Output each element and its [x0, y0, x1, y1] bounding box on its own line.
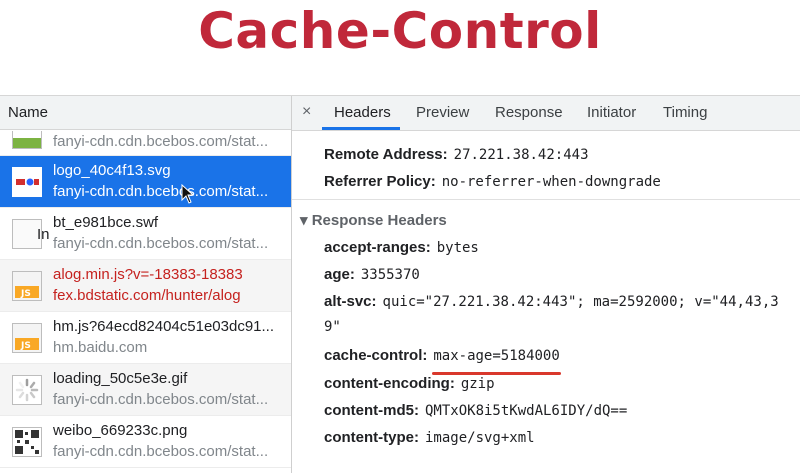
- overlay-text: In: [37, 226, 50, 243]
- request-row-selected[interactable]: logo_40c4f13.svg fanyi-cdn.cdn.bcebos.co…: [0, 156, 291, 208]
- request-host: fanyi-cdn.cdn.bcebos.com/stat...: [53, 391, 269, 408]
- header-row-cache-control: cache-control: max-age=5184000: [324, 347, 560, 364]
- active-tab-indicator: [322, 127, 400, 130]
- request-name: alog.min.js?v=-18383-18383: [53, 266, 243, 283]
- request-row[interactable]: JS hm.js?64ecd82404c51e03dc91... hm.baid…: [0, 312, 291, 364]
- header-row-referrer-policy: Referrer Policy: no-referrer-when-downgra…: [324, 173, 661, 190]
- header-row-content-encoding: content-encoding: gzip: [324, 375, 495, 392]
- slide-title: Cache-Control: [198, 2, 602, 60]
- request-name: logo_40c4f13.svg: [53, 162, 171, 179]
- tab-response[interactable]: Response: [495, 96, 563, 130]
- request-row[interactable]: In bt_e981bce.swf fanyi-cdn.cdn.bcebos.c…: [0, 208, 291, 260]
- request-host: fanyi-cdn.cdn.bcebos.com/stat...: [53, 183, 269, 200]
- section-divider: [292, 199, 800, 200]
- request-row[interactable]: weibo_669233c.png fanyi-cdn.cdn.bcebos.c…: [0, 416, 291, 468]
- request-name: hm.js?64ecd82404c51e03dc91...: [53, 318, 275, 335]
- js-file-icon: JS: [12, 323, 42, 353]
- header-row-accept-ranges: accept-ranges: bytes: [324, 239, 479, 256]
- header-row-alt-svc-continued: 9": [324, 319, 341, 335]
- request-host: fanyi-cdn.cdn.bcebos.com/stat...: [53, 235, 269, 252]
- baidu-logo-thumbnail: [12, 167, 42, 197]
- request-name: bt_e981bce.swf: [53, 214, 159, 231]
- tab-headers[interactable]: Headers: [334, 96, 391, 130]
- loading-spinner-icon: [12, 375, 42, 405]
- name-column-header[interactable]: Name: [0, 96, 291, 130]
- mouse-pointer-icon: [181, 183, 195, 209]
- header-row-remote-address: Remote Address: 27.221.38.42:443: [324, 146, 589, 163]
- request-name: loading_50c5e3e.gif: [53, 370, 188, 387]
- devtools-network-panel: Name fanyi-cdn.cdn.bcebos.com/stat... lo…: [0, 95, 800, 473]
- request-host: fanyi-cdn.cdn.bcebos.com/stat...: [53, 133, 269, 150]
- request-name: weibo_669233c.png: [53, 422, 188, 439]
- request-host: fanyi-cdn.cdn.bcebos.com/stat...: [53, 443, 269, 460]
- header-row-age: age: 3355370: [324, 266, 420, 283]
- request-host: hm.baidu.com: [53, 339, 148, 356]
- response-headers-section-toggle[interactable]: ▾ Response Headers: [300, 211, 447, 229]
- headers-content: Remote Address: 27.221.38.42:443 Referrer…: [292, 131, 800, 473]
- request-row-error[interactable]: JS alog.min.js?v=-18383-18383 fex.bdstat…: [0, 260, 291, 312]
- request-list: Name fanyi-cdn.cdn.bcebos.com/stat... lo…: [0, 96, 292, 473]
- svg-text:JS: JS: [20, 341, 31, 351]
- header-row-alt-svc: alt-svc: quic="27.221.38.42:443"; ma=2592…: [324, 293, 779, 310]
- request-row[interactable]: loading_50c5e3e.gif fanyi-cdn.cdn.bcebos…: [0, 364, 291, 416]
- request-host: fex.bdstatic.com/hunter/alog: [53, 287, 241, 304]
- request-row[interactable]: fanyi-cdn.cdn.bcebos.com/stat...: [0, 131, 291, 156]
- css-file-icon: [12, 131, 42, 149]
- tab-initiator[interactable]: Initiator: [587, 96, 636, 130]
- tab-timing[interactable]: Timing: [663, 96, 707, 130]
- request-details-panel: × Headers Preview Response Initiator Tim…: [292, 96, 800, 473]
- header-row-content-md5: content-md5: QMTxOK8i5tKwdAL6IDY/dQ==: [324, 402, 628, 419]
- close-icon[interactable]: ×: [302, 103, 311, 121]
- header-row-content-type: content-type: image/svg+xml: [324, 429, 535, 446]
- svg-text:JS: JS: [20, 289, 31, 299]
- details-tab-bar: × Headers Preview Response Initiator Tim…: [292, 96, 800, 131]
- qr-code-thumbnail: [12, 427, 42, 457]
- tab-preview[interactable]: Preview: [416, 96, 469, 130]
- js-file-icon: JS: [12, 271, 42, 301]
